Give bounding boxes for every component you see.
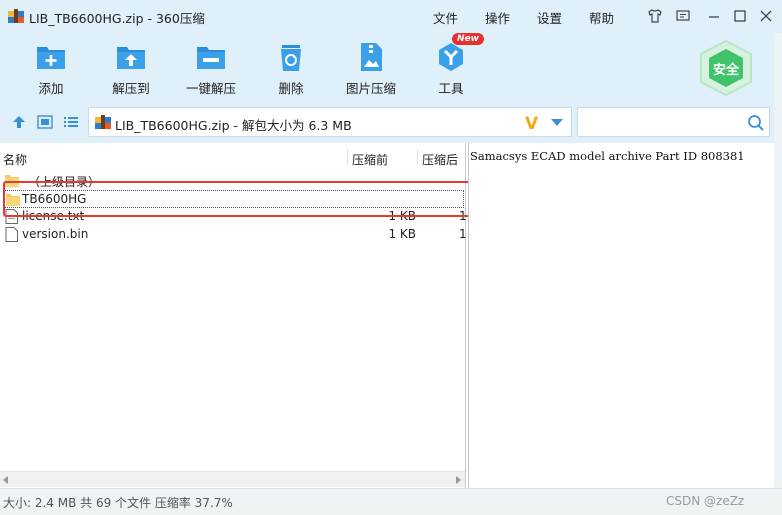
watermark: CSDN @zeZz [666, 494, 745, 508]
text-file-icon [5, 209, 18, 224]
file-name: TB6600HG [22, 192, 87, 206]
search-box[interactable] [577, 107, 770, 137]
folder-icon [5, 175, 19, 187]
list-item-parent-dir[interactable]: （上级目录） [0, 172, 466, 190]
horizontal-scrollbar[interactable] [0, 471, 465, 487]
list-item-file[interactable]: license.txt 1 KB 1 [0, 208, 467, 226]
menu-settings[interactable]: 设置 [537, 8, 562, 27]
close-icon[interactable] [758, 8, 774, 24]
list-item-folder[interactable]: TB6600HG [4, 190, 464, 208]
skin-shirt-icon[interactable] [647, 8, 663, 24]
add-icon [37, 47, 65, 69]
maximize-icon[interactable] [732, 8, 748, 24]
minimize-icon[interactable] [706, 8, 722, 24]
path-text: LIB_TB6600HG.zip - 解包大小为 6.3 MB [115, 118, 352, 133]
column-name[interactable]: 名称 [3, 151, 27, 168]
column-size-before[interactable]: 压缩前 [352, 151, 388, 168]
file-size: 1 KB [388, 209, 416, 223]
new-badge: New [452, 33, 484, 45]
list-view-icon[interactable] [63, 115, 79, 129]
image-compress-button[interactable]: 图片压缩 [339, 33, 403, 99]
file-name: （上级目录） [28, 175, 101, 189]
tools-label: 工具 [438, 81, 464, 96]
file-name: license.txt [22, 209, 85, 223]
comment-pane[interactable]: Samacsys ECAD model archive Part ID 8083… [468, 143, 774, 488]
chevron-down-icon[interactable] [551, 119, 563, 126]
column-divider[interactable] [347, 149, 348, 165]
scroll-right-icon[interactable] [456, 476, 461, 484]
toolbar: 添加 解压到 一键解压 删除 图片压缩 工具 New 安全 [0, 33, 782, 101]
column-size-after[interactable]: 压缩后 [422, 151, 458, 168]
add-label: 添加 [38, 81, 64, 96]
menu-file[interactable]: 文件 [433, 8, 458, 27]
tools-icon [439, 43, 463, 71]
safe-label: 安全 [712, 63, 739, 78]
v-logo-icon[interactable]: V [525, 114, 538, 134]
scroll-left-icon[interactable] [3, 476, 8, 484]
recycle-delete-icon [281, 45, 301, 71]
window-edge [774, 33, 782, 515]
extract-to-label: 解压到 [112, 81, 150, 96]
delete-button[interactable]: 删除 [259, 33, 323, 99]
title-bar: LIB_TB6600HG.zip - 360压缩 文件 操作 设置 帮助 [0, 0, 782, 33]
delete-label: 删除 [278, 81, 304, 96]
address-bar: LIB_TB6600HG.zip - 解包大小为 6.3 MB V [0, 101, 782, 143]
one-click-extract-icon [197, 47, 225, 69]
up-arrow-icon[interactable] [11, 115, 27, 129]
window-title: LIB_TB6600HG.zip - 360压缩 [29, 11, 205, 26]
thumbnail-view-icon[interactable] [37, 115, 53, 129]
search-input[interactable] [582, 113, 732, 131]
file-icon [5, 227, 18, 242]
file-list[interactable]: 名称 压缩前 压缩后 （上级目录） TB6600HG license.txt 1… [0, 143, 467, 488]
add-button[interactable]: 添加 [19, 33, 83, 99]
column-divider[interactable] [417, 149, 418, 165]
extract-to-button[interactable]: 解压到 [99, 33, 163, 99]
path-box[interactable]: LIB_TB6600HG.zip - 解包大小为 6.3 MB V [88, 107, 572, 137]
one-click-extract-label: 一键解压 [185, 81, 236, 96]
image-compress-label: 图片压缩 [345, 81, 396, 96]
status-bar: 大小: 2.4 MB 共 69 个文件 压缩率 37.7% CSDN @zeZz [0, 488, 782, 515]
list-item-file[interactable]: version.bin 1 KB 1 [0, 226, 467, 244]
menu-help[interactable]: 帮助 [589, 8, 614, 27]
one-click-extract-button[interactable]: 一键解压 [179, 33, 243, 99]
search-icon[interactable] [747, 114, 765, 132]
archive-comment: Samacsys ECAD model archive Part ID 8083… [470, 149, 745, 163]
file-name: version.bin [22, 227, 89, 241]
status-text: 大小: 2.4 MB 共 69 个文件 压缩率 37.7% [3, 496, 233, 510]
menu-operate[interactable]: 操作 [485, 8, 510, 27]
folder-icon [6, 194, 20, 206]
archive-app-icon [8, 9, 24, 23]
safe-badge[interactable]: 安全 [697, 39, 755, 97]
feedback-icon[interactable] [675, 8, 691, 24]
image-compress-icon [361, 43, 382, 71]
zip-file-icon [95, 115, 111, 129]
file-size: 1 KB [388, 227, 416, 241]
extract-to-icon [117, 47, 145, 69]
